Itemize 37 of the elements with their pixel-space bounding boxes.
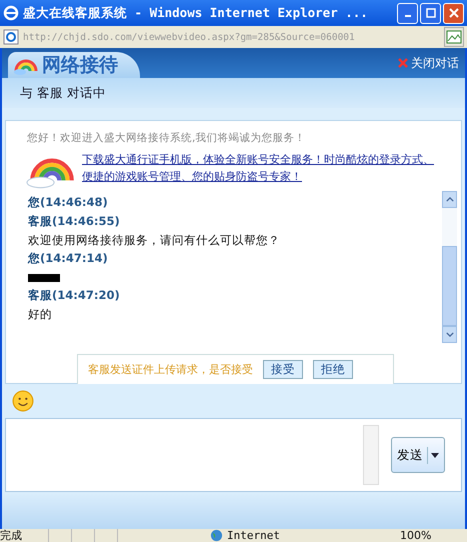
globe-icon xyxy=(210,529,223,542)
send-button[interactable]: 发送 xyxy=(391,437,445,473)
close-icon xyxy=(448,8,458,18)
message-header: 客服(14:46:55) xyxy=(28,213,121,230)
close-button[interactable] xyxy=(443,2,464,24)
message-text: 好的 xyxy=(28,306,53,323)
minimize-button[interactable] xyxy=(397,2,418,24)
notice-text: 客服发送证件上传请求，是否接受 xyxy=(88,362,253,377)
zoom-level[interactable]: 100% xyxy=(400,529,432,542)
notice-button[interactable]: 拒绝 xyxy=(313,360,353,379)
smiley-icon[interactable] xyxy=(12,390,34,412)
image-button[interactable] xyxy=(444,27,464,47)
message-text: 欢迎使用网络接待服务，请问有什么可以帮您？ xyxy=(28,232,281,249)
ie-logo-icon xyxy=(3,5,19,21)
message-input[interactable]: 发送 xyxy=(5,418,462,492)
security-zone: Internet xyxy=(210,529,370,542)
status-text: 完成 xyxy=(0,529,23,542)
page-icon xyxy=(3,29,19,45)
message-header: 您(14:47:14) xyxy=(28,250,109,267)
promo-link[interactable]: 下载盛大通行证手机版，体验全新账号安全服务！时尚酷炫的登录方式、便捷的游戏账号管理、您的贴身防盗号专家！ xyxy=(82,151,441,185)
close-chat-link[interactable]: 关闭对话 xyxy=(398,54,459,72)
message-header: 您(14:46:48) xyxy=(28,194,109,211)
logo-text: 网络接待 xyxy=(42,53,118,78)
maximize-icon xyxy=(426,8,436,18)
caret-icon xyxy=(431,452,439,458)
input-scrollbar xyxy=(363,425,379,485)
window-title: 盛大在线客服系统 - Windows Internet Explorer ... xyxy=(23,4,369,22)
notice-button[interactable]: 接受 xyxy=(263,360,303,379)
maximize-button[interactable] xyxy=(420,2,441,24)
welcome-message: 您好！欢迎进入盛大网络接待系统,我们将竭诚为您服务！ xyxy=(26,131,306,145)
chat-status: 与 客服 对话中 xyxy=(20,84,106,102)
scroll-down-icon xyxy=(446,332,454,337)
scrollbar[interactable] xyxy=(442,191,457,343)
close-icon xyxy=(398,58,408,68)
message-header: 客服(14:47:20) xyxy=(28,287,121,304)
minimize-icon xyxy=(404,15,410,17)
scroll-up-icon xyxy=(446,197,454,202)
